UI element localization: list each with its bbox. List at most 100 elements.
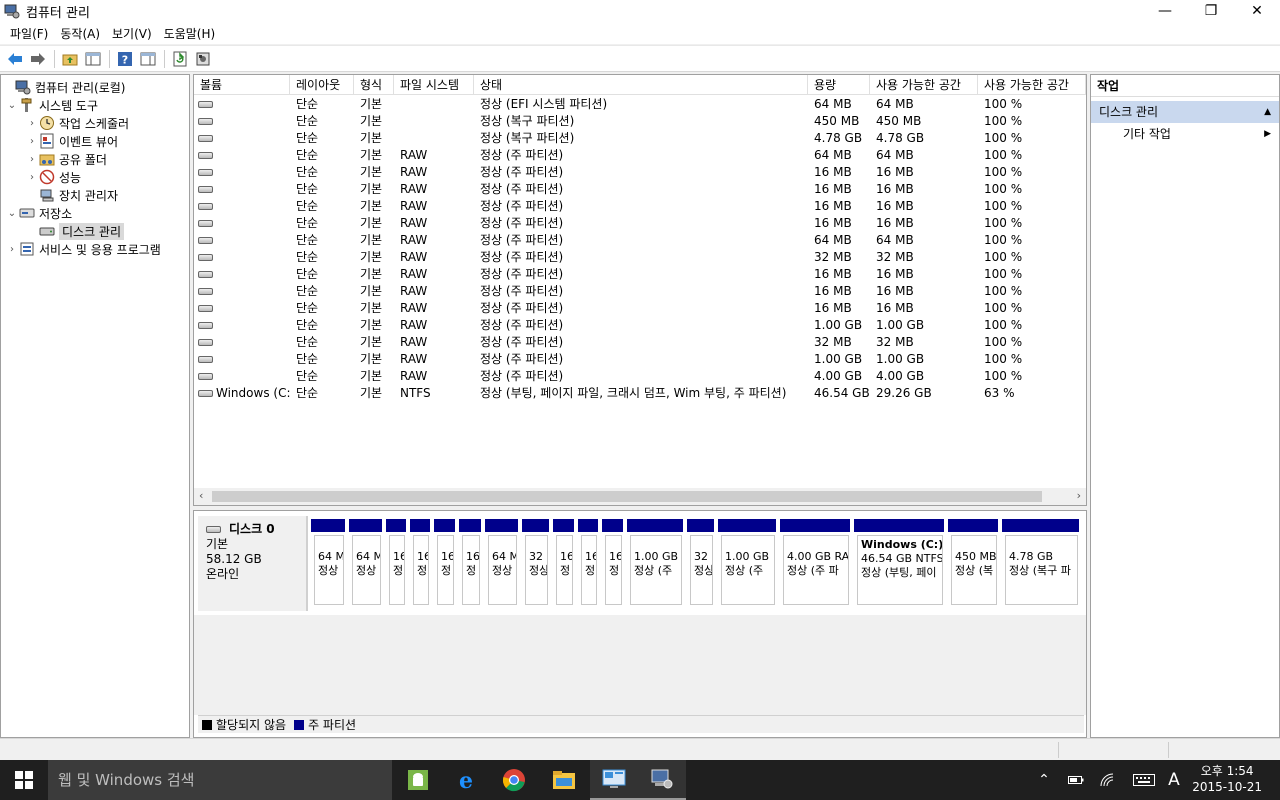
partition-block[interactable]: 64 MB정상 bbox=[349, 519, 384, 607]
restore-button[interactable]: ❐ bbox=[1188, 0, 1234, 22]
menu-action[interactable]: 동작(A) bbox=[54, 25, 106, 42]
settings-icon[interactable] bbox=[192, 48, 214, 70]
table-row[interactable]: 단순 기본 RAW 정상 (주 파티션) 16 MB 16 MB 100 % bbox=[194, 299, 1086, 316]
table-row[interactable]: 단순 기본 RAW 정상 (주 파티션) 1.00 GB 1.00 GB 100 % bbox=[194, 316, 1086, 333]
keyboard-icon[interactable] bbox=[1130, 760, 1158, 800]
column-header-free-space[interactable]: 사용 가능한 공간 bbox=[870, 75, 978, 94]
tree-item-system-tools[interactable]: ⌄ 시스템 도구 bbox=[1, 96, 189, 114]
partition-block[interactable]: 16정 bbox=[602, 519, 625, 607]
tree-root[interactable]: 컴퓨터 관리(로컬) bbox=[1, 78, 189, 96]
properties-pane-icon[interactable] bbox=[137, 48, 159, 70]
start-button[interactable] bbox=[0, 760, 48, 800]
chevron-down-icon[interactable]: ⌄ bbox=[5, 100, 19, 111]
partition-block[interactable]: 4.78 GB 정상 (복구 파 bbox=[1002, 519, 1081, 607]
partition-block[interactable]: 1.00 GB 정상 (주 bbox=[718, 519, 778, 607]
menu-file[interactable]: 파일(F) bbox=[4, 25, 54, 42]
file-explorer-icon[interactable] bbox=[540, 760, 588, 800]
column-header-layout[interactable]: 레이아웃 bbox=[290, 75, 354, 94]
horizontal-scrollbar[interactable]: ‹ › bbox=[194, 488, 1086, 505]
table-row[interactable]: 단순 기본 정상 (EFI 시스템 파티션) 64 MB 64 MB 100 % bbox=[194, 95, 1086, 112]
network-icon[interactable] bbox=[1096, 760, 1120, 800]
tree-item-services[interactable]: › 서비스 및 응용 프로그램 bbox=[1, 240, 189, 258]
battery-icon[interactable] bbox=[1064, 760, 1088, 800]
close-button[interactable]: ✕ bbox=[1234, 0, 1280, 22]
volume-percent-free: 100 % bbox=[984, 232, 1023, 247]
show-hidden-icons-chevron-up-icon[interactable]: ⌃ bbox=[1032, 760, 1056, 800]
partition-block[interactable]: 32 정상 bbox=[522, 519, 551, 607]
column-header-volume[interactable]: 볼륨 bbox=[194, 75, 290, 94]
table-row[interactable]: 단순 기본 RAW 정상 (주 파티션) 64 MB 64 MB 100 % bbox=[194, 231, 1086, 248]
partition-block[interactable]: Windows (C:) 46.54 GB NTFS 정상 (부팅, 페이 bbox=[854, 519, 946, 607]
table-row[interactable]: 단순 기본 RAW 정상 (주 파티션) 16 MB 16 MB 100 % bbox=[194, 265, 1086, 282]
tree-item-shared-folders[interactable]: › 공유 폴더 bbox=[1, 150, 189, 168]
scroll-left-icon[interactable]: ‹ bbox=[199, 489, 203, 502]
column-header-percent-free[interactable]: 사용 가능한 공간 bbox=[978, 75, 1086, 94]
chevron-right-icon[interactable]: › bbox=[25, 172, 39, 183]
column-header-status[interactable]: 상태 bbox=[474, 75, 808, 94]
chevron-down-icon[interactable]: ⌄ bbox=[5, 208, 19, 219]
table-row[interactable]: 단순 기본 RAW 정상 (주 파티션) 16 MB 16 MB 100 % bbox=[194, 163, 1086, 180]
table-row[interactable]: 단순 기본 RAW 정상 (주 파티션) 64 MB 64 MB 100 % bbox=[194, 146, 1086, 163]
table-row[interactable]: 단순 기본 RAW 정상 (주 파티션) 32 MB 32 MB 100 % bbox=[194, 248, 1086, 265]
clock[interactable]: 오후 1:54 2015-10-21 bbox=[1192, 763, 1262, 795]
partition-block[interactable]: 64 MB정상 bbox=[311, 519, 347, 607]
table-row[interactable]: 단순 기본 정상 (복구 파티션) 4.78 GB 4.78 GB 100 % bbox=[194, 129, 1086, 146]
tree-item-task-scheduler[interactable]: › 작업 스케줄러 bbox=[1, 114, 189, 132]
column-header-filesystem[interactable]: 파일 시스템 bbox=[394, 75, 474, 94]
refresh-icon[interactable] bbox=[169, 48, 191, 70]
table-row[interactable]: 단순 기본 RAW 정상 (주 파티션) 1.00 GB 1.00 GB 100 % bbox=[194, 350, 1086, 367]
chevron-right-icon[interactable]: › bbox=[5, 244, 19, 255]
table-row[interactable]: 단순 기본 RAW 정상 (주 파티션) 32 MB 32 MB 100 % bbox=[194, 333, 1086, 350]
action-more-actions[interactable]: 기타 작업 ▶ bbox=[1091, 123, 1279, 145]
tree-item-storage[interactable]: ⌄ 저장소 bbox=[1, 204, 189, 222]
table-row[interactable]: 단순 기본 RAW 정상 (주 파티션) 16 MB 16 MB 100 % bbox=[194, 197, 1086, 214]
table-row[interactable]: 단순 기본 RAW 정상 (주 파티션) 4.00 GB 4.00 GB 100 % bbox=[194, 367, 1086, 384]
show-hide-tree-icon[interactable] bbox=[82, 48, 104, 70]
disk-0-info[interactable]: 디스크 0 기본 58.12 GB 온라인 bbox=[198, 516, 308, 611]
internet-explorer-icon[interactable]: e bbox=[442, 760, 490, 800]
table-row[interactable]: Windows (C:) 단순 기본 NTFS 정상 (부팅, 페이지 파일, 크래시 … bbox=[194, 384, 1086, 401]
actions-section-disk-management[interactable]: 디스크 관리 ▲ bbox=[1091, 101, 1279, 123]
up-folder-icon[interactable] bbox=[59, 48, 81, 70]
menu-view[interactable]: 보기(V) bbox=[106, 25, 158, 42]
partition-block[interactable]: 16정 bbox=[459, 519, 483, 607]
volume-type: 기본 bbox=[360, 301, 383, 315]
ime-indicator[interactable]: A bbox=[1162, 760, 1186, 800]
tree-item-performance[interactable]: › 성능 bbox=[1, 168, 189, 186]
scroll-right-icon[interactable]: › bbox=[1077, 489, 1081, 502]
computer-management-icon[interactable] bbox=[638, 760, 686, 800]
forward-arrow-icon[interactable] bbox=[27, 48, 49, 70]
back-arrow-icon[interactable] bbox=[4, 48, 26, 70]
partition-block[interactable]: 32 정상 bbox=[687, 519, 716, 607]
tree-item-disk-management[interactable]: 디스크 관리 bbox=[1, 222, 189, 240]
partition-block[interactable]: 16정 bbox=[386, 519, 408, 607]
partition-block[interactable]: 16정 bbox=[434, 519, 457, 607]
table-row[interactable]: 단순 기본 정상 (복구 파티션) 450 MB 450 MB 100 % bbox=[194, 112, 1086, 129]
column-header-type[interactable]: 형식 bbox=[354, 75, 394, 94]
tree-item-device-manager[interactable]: 장치 관리자 bbox=[1, 186, 189, 204]
minimize-button[interactable]: — bbox=[1142, 0, 1188, 22]
remote-desktop-icon[interactable] bbox=[590, 760, 638, 800]
partition-block[interactable]: 16정 bbox=[410, 519, 432, 607]
chevron-right-icon[interactable]: › bbox=[25, 118, 39, 129]
partition-block[interactable]: 4.00 GB RAW정상 (주 파 bbox=[780, 519, 852, 607]
partition-block[interactable]: 450 MB 정상 (복 bbox=[948, 519, 1000, 607]
collapse-up-icon[interactable]: ▲ bbox=[1264, 101, 1271, 123]
table-row[interactable]: 단순 기본 RAW 정상 (주 파티션) 16 MB 16 MB 100 % bbox=[194, 214, 1086, 231]
chevron-right-icon[interactable]: › bbox=[25, 136, 39, 147]
scroll-thumb[interactable] bbox=[212, 491, 1042, 502]
partition-block[interactable]: 16정 bbox=[578, 519, 600, 607]
column-header-capacity[interactable]: 용량 bbox=[808, 75, 870, 94]
help-icon[interactable]: ? bbox=[114, 48, 136, 70]
partition-block[interactable]: 16정 bbox=[553, 519, 576, 607]
chrome-icon[interactable] bbox=[490, 760, 538, 800]
partition-block[interactable]: 1.00 GB 정상 (주 bbox=[627, 519, 685, 607]
partition-block[interactable]: 64 MB정상 bbox=[485, 519, 520, 607]
table-row[interactable]: 단순 기본 RAW 정상 (주 파티션) 16 MB 16 MB 100 % bbox=[194, 180, 1086, 197]
chevron-right-icon[interactable]: › bbox=[25, 154, 39, 165]
tree-item-event-viewer[interactable]: › 이벤트 뷰어 bbox=[1, 132, 189, 150]
table-row[interactable]: 단순 기본 RAW 정상 (주 파티션) 16 MB 16 MB 100 % bbox=[194, 282, 1086, 299]
search-box[interactable]: 웹 및 Windows 검색 bbox=[48, 760, 392, 800]
menu-help[interactable]: 도움말(H) bbox=[158, 25, 222, 42]
android-icon[interactable] bbox=[394, 760, 442, 800]
